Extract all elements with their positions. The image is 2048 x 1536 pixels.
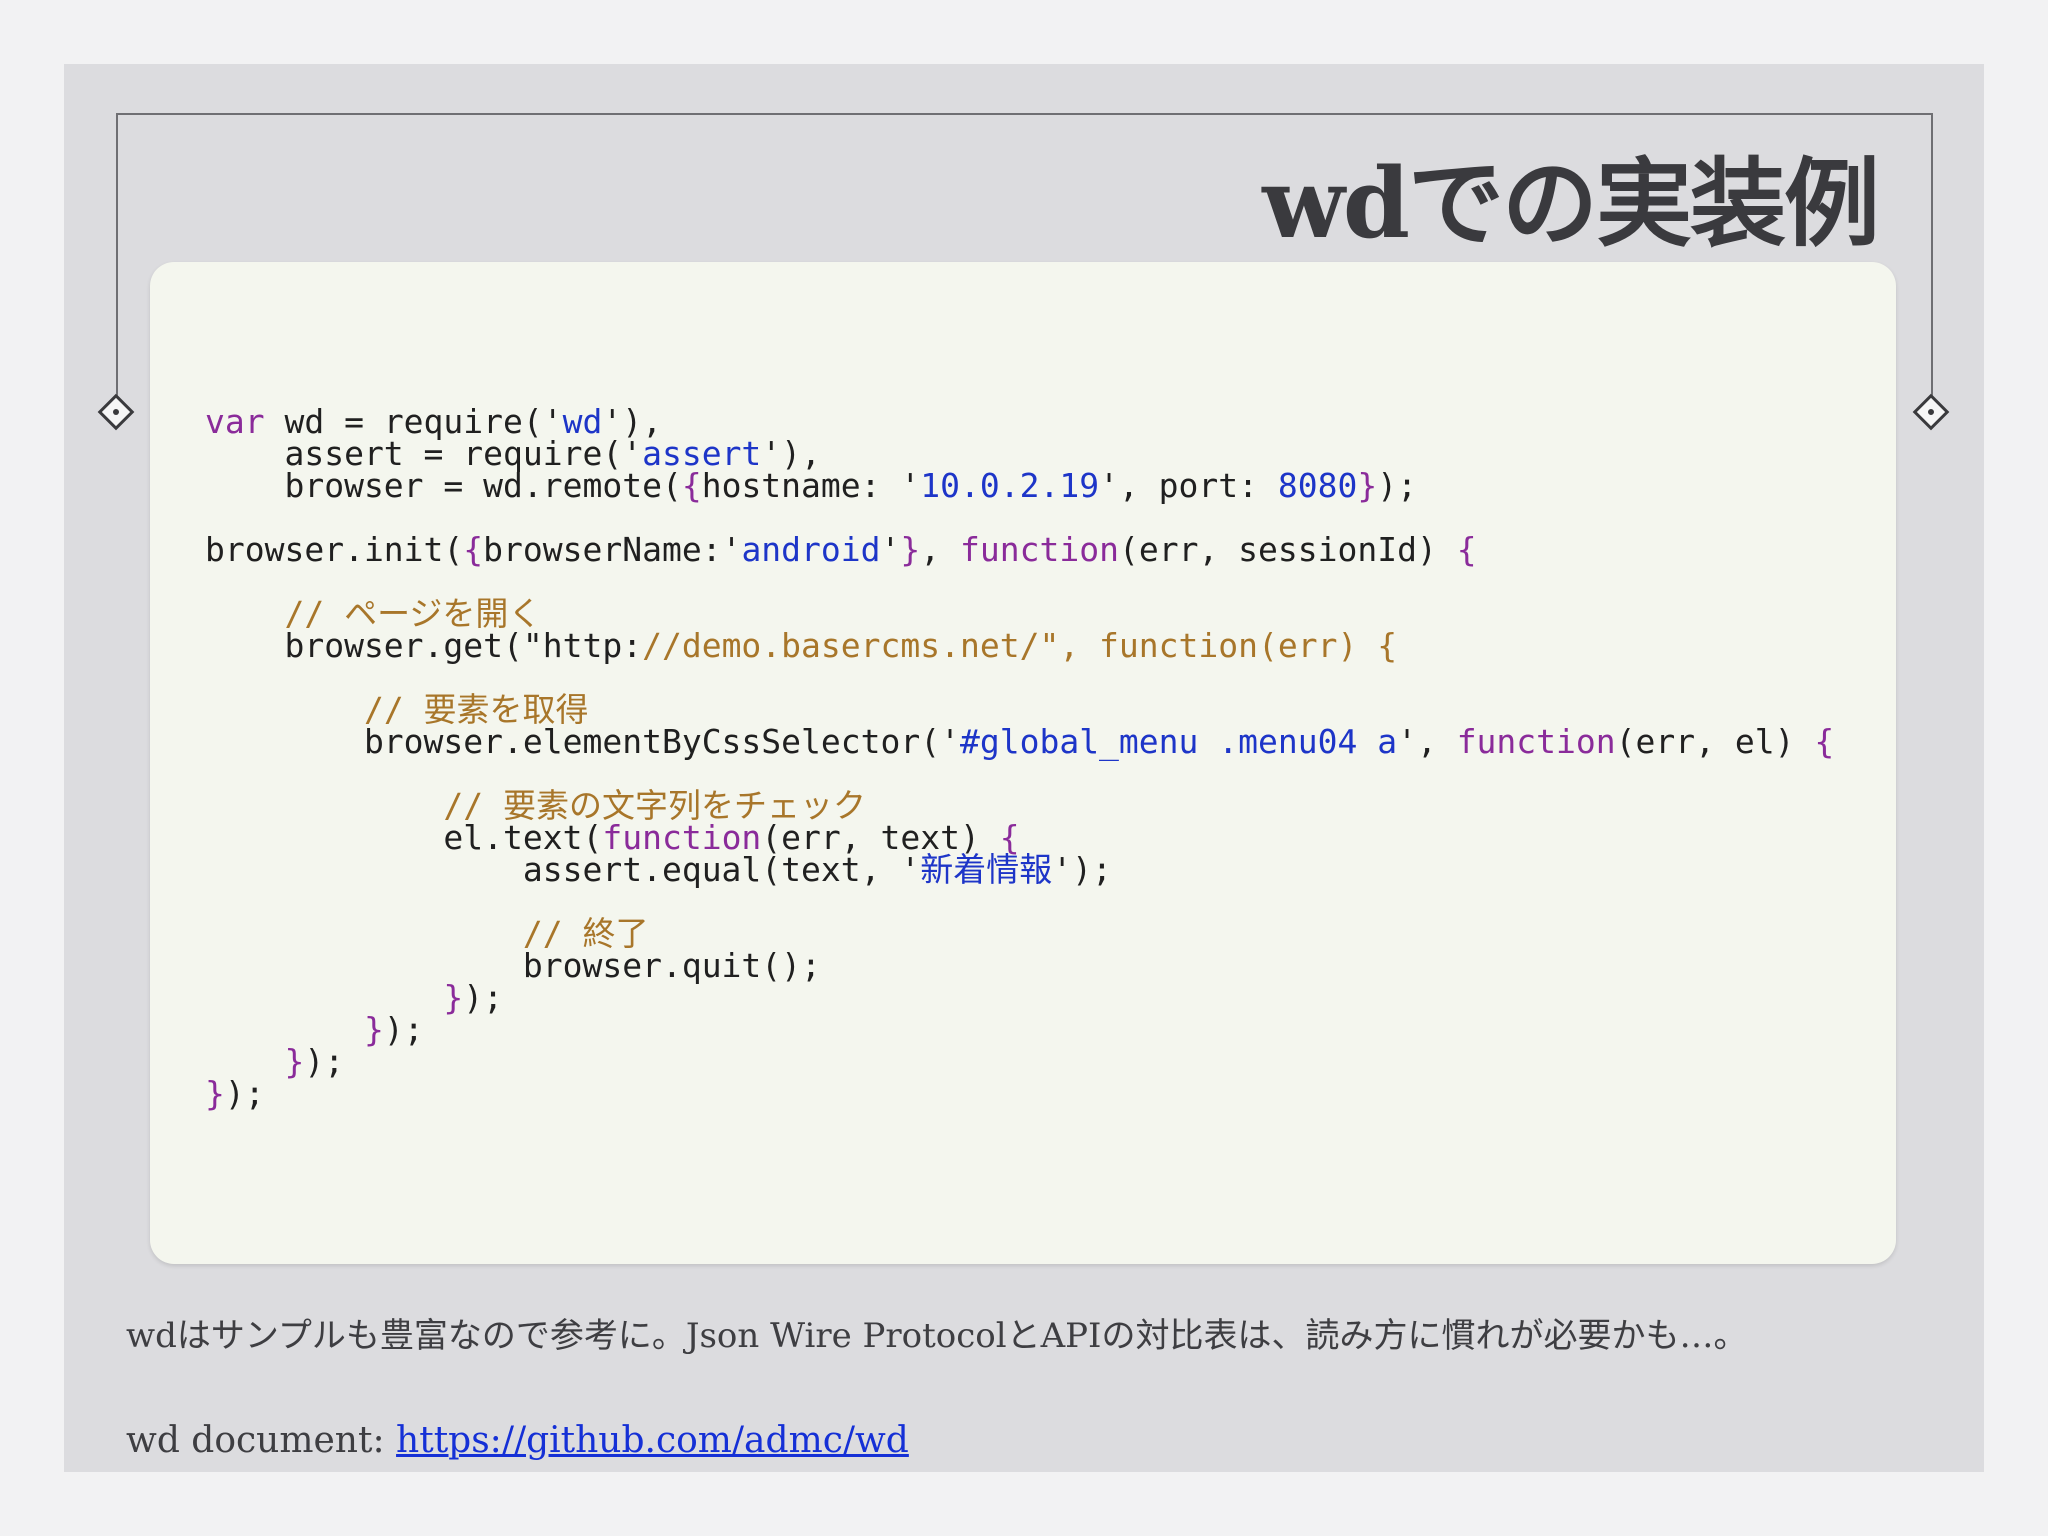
code-line: browser.get("http://demo.basercms.net/",…	[205, 626, 1398, 665]
code-line: });	[205, 1074, 265, 1113]
slide-caption: wdはサンプルも豊富なので参考に。Json Wire ProtocolとAPIの…	[126, 1316, 1748, 1356]
code-line: browser = wd.remote({hostname: '10.0.2.1…	[205, 466, 1417, 505]
code-line: browser.elementByCssSelector('#global_me…	[205, 722, 1835, 761]
frame-left-line	[116, 113, 118, 413]
code-line: browser.init({browserName:'android'}, fu…	[205, 530, 1477, 569]
frame-top-line	[116, 113, 1932, 115]
code-block: var wd = require('wd'), assert = require…	[205, 405, 1835, 1113]
frame-right-line	[1931, 113, 1933, 413]
slide-title: wdでの実装例	[1262, 147, 1880, 260]
doc-link[interactable]: https://github.com/admc/wd	[396, 1420, 909, 1461]
doc-label: wd document:	[126, 1420, 397, 1461]
doc-line: wd document: https://github.com/admc/wd	[126, 1420, 909, 1461]
code-line: assert.equal(text, '新着情報');	[205, 850, 1112, 889]
